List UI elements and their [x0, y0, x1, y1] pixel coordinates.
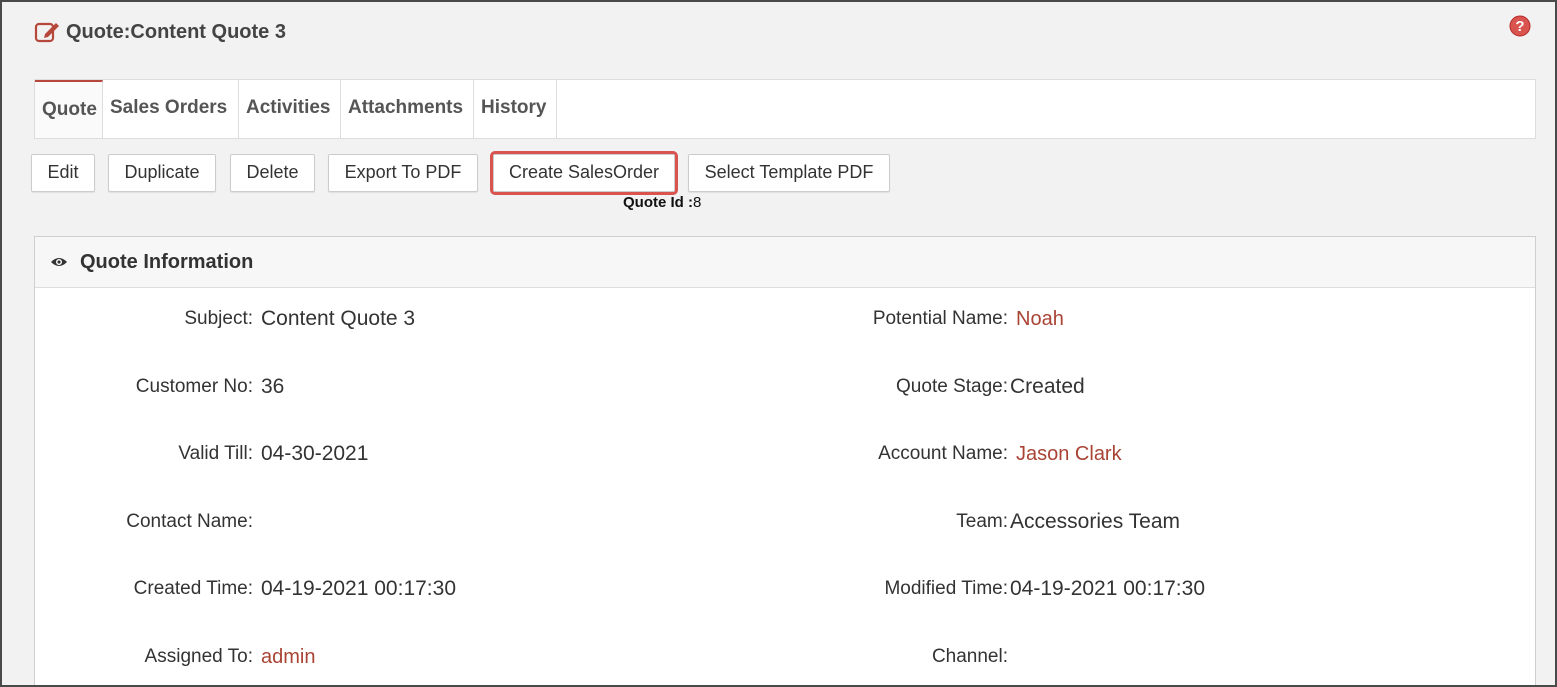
tab-quote[interactable]: Quote [35, 80, 103, 138]
page-header: Quote:Content Quote 3 [34, 20, 286, 44]
team-value: Accessories Team [1010, 510, 1181, 533]
subject-label: Subject: [184, 308, 253, 329]
modified-time-value: 04-19-2021 00:17:30 [1010, 577, 1205, 600]
assigned-to-label: Assigned To: [144, 646, 253, 667]
valid-till-label: Valid Till: [178, 443, 253, 464]
tab-label: Attachments [348, 97, 464, 118]
modified-time-label: Modified Time: [884, 578, 1008, 599]
page-title: Quote:Content Quote 3 [66, 20, 286, 43]
quote-id-value: 8 [693, 194, 702, 211]
valid-till-value: 04-30-2021 [261, 442, 369, 465]
potential-name-link[interactable]: Noah [1016, 308, 1064, 331]
created-time-label: Created Time: [133, 578, 253, 599]
tab-activities[interactable]: Activities [239, 80, 341, 138]
account-name-label: Account Name: [878, 443, 1008, 464]
quote-id: Quote Id :8 [623, 194, 701, 211]
potential-name-label: Potential Name: [872, 308, 1008, 329]
help-icon[interactable]: ? [1509, 15, 1531, 37]
tab-label: Activities [246, 97, 331, 118]
edit-button[interactable]: Edit [31, 154, 95, 192]
create-salesorder-button[interactable]: Create SalesOrder [490, 151, 678, 195]
svg-text:?: ? [1515, 18, 1524, 35]
customer-no-value: 36 [261, 375, 285, 398]
tab-label: History [481, 97, 547, 118]
select-template-pdf-button[interactable]: Select Template PDF [688, 154, 890, 192]
tab-label: Quote [42, 99, 97, 120]
subject-value: Content Quote 3 [261, 307, 416, 330]
quote-id-label: Quote Id : [623, 194, 693, 211]
created-time-value: 04-19-2021 00:17:30 [261, 577, 456, 600]
quote-stage-label: Quote Stage: [896, 376, 1008, 397]
app-frame: Quote:Content Quote 3 ? Quote Sales Orde… [0, 0, 1557, 687]
panel-title: Quote Information [80, 250, 254, 273]
account-name-link[interactable]: Jason Clark [1016, 443, 1122, 466]
eye-icon [51, 258, 67, 266]
contact-name-label: Contact Name: [126, 511, 253, 532]
channel-label: Channel: [931, 646, 1008, 667]
edit-icon [34, 22, 59, 43]
delete-button[interactable]: Delete [230, 154, 315, 192]
tab-history[interactable]: History [474, 80, 557, 138]
quote-stage-value: Created [1010, 375, 1085, 398]
tab-label: Sales Orders [110, 97, 228, 118]
export-pdf-button[interactable]: Export To PDF [328, 154, 478, 192]
panel-header[interactable]: Quote Information [35, 237, 1535, 288]
tab-attachments[interactable]: Attachments [341, 80, 474, 138]
tab-bar: Quote Sales Orders Activities Attachment… [34, 79, 1536, 139]
assigned-to-link[interactable]: admin [261, 646, 315, 669]
customer-no-label: Customer No: [135, 376, 253, 397]
tab-sales-orders[interactable]: Sales Orders [103, 80, 239, 138]
quote-information-panel: Quote Information Subject: Content Quote… [34, 236, 1536, 685]
team-label: Team: [956, 511, 1008, 532]
duplicate-button[interactable]: Duplicate [108, 154, 216, 192]
